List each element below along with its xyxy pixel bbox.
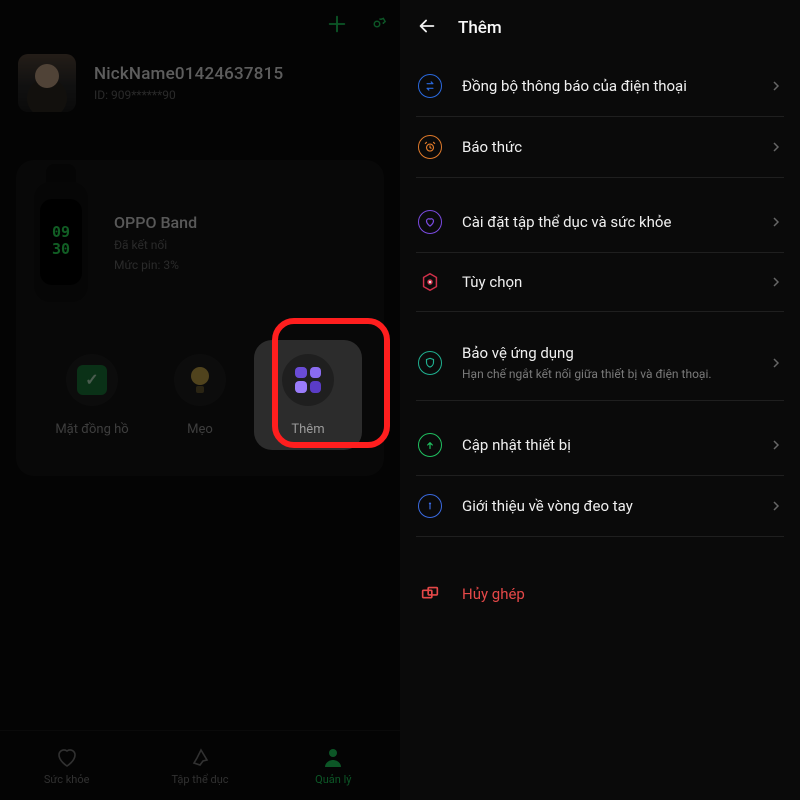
profile-header[interactable]: NickName01424637815 ID: 909******90: [0, 48, 400, 132]
info-icon: [418, 494, 442, 518]
row-label: Đồng bộ thông báo của điện thoại: [462, 77, 750, 95]
chevron-right-icon: [768, 498, 784, 514]
row-app-protection[interactable]: Bảo vệ ứng dụng Hạn chế ngắt kết nối giữ…: [416, 326, 784, 401]
top-toolbar: [0, 0, 400, 48]
chevron-right-icon: [768, 274, 784, 290]
row-unpair[interactable]: Hủy ghép: [416, 565, 784, 623]
device-battery: Mức pin: 3%: [114, 258, 197, 272]
more-settings-screen: Thêm Đồng bộ thông báo của điện thoại Bá…: [400, 0, 800, 800]
chevron-right-icon: [768, 437, 784, 453]
tile-watchface[interactable]: Mặt đồng hồ: [38, 340, 146, 450]
tile-tips[interactable]: Mẹo: [146, 340, 254, 450]
row-label: Hủy ghép: [462, 585, 784, 603]
row-label: Giới thiệu về vòng đeo tay: [462, 497, 750, 515]
tab-manage[interactable]: Quản lý: [267, 731, 400, 800]
device-card[interactable]: 09 30 OPPO Band Đã kết nối Mức pin: 3% M…: [16, 160, 384, 476]
tile-watchface-label: Mặt đồng hồ: [55, 422, 128, 437]
row-label: Báo thức: [462, 138, 750, 156]
chevron-right-icon: [768, 355, 784, 371]
bottom-tabbar: Sức khỏe Tập thể dục Quản lý: [0, 730, 400, 800]
update-icon: [418, 433, 442, 457]
avatar: [18, 54, 76, 112]
heart-icon: [418, 210, 442, 234]
add-icon[interactable]: [326, 13, 348, 35]
tab-fitness-label: Tập thể dục: [171, 773, 228, 786]
row-options[interactable]: Tùy chọn: [416, 253, 784, 312]
back-button[interactable]: [416, 15, 438, 41]
unpair-icon: [416, 583, 444, 605]
alarm-icon: [418, 135, 442, 159]
tab-fitness[interactable]: Tập thể dục: [133, 731, 266, 800]
grid-icon: [282, 354, 334, 406]
bulb-icon: [174, 354, 226, 406]
chevron-right-icon: [768, 78, 784, 94]
row-label: Cập nhật thiết bị: [462, 436, 750, 454]
row-sync-notifications[interactable]: Đồng bộ thông báo của điện thoại: [416, 56, 784, 117]
row-fitness-settings[interactable]: Cài đặt tập thể dục và sức khỏe: [416, 192, 784, 253]
watchface-icon: [66, 354, 118, 406]
user-id: ID: 909******90: [94, 88, 283, 102]
band-image: 09 30: [34, 182, 88, 302]
device-name: OPPO Band: [114, 213, 197, 232]
row-about-band[interactable]: Giới thiệu về vòng đeo tay: [416, 476, 784, 537]
row-label: Cài đặt tập thể dục và sức khỏe: [462, 213, 750, 231]
row-alarm[interactable]: Báo thức: [416, 117, 784, 178]
page-title: Thêm: [458, 18, 502, 38]
nickname: NickName01424637815: [94, 64, 283, 84]
settings-icon[interactable]: [366, 13, 388, 35]
tab-health[interactable]: Sức khỏe: [0, 731, 133, 800]
watch-time-mins: 30: [52, 242, 70, 257]
chevron-right-icon: [768, 139, 784, 155]
row-label: Tùy chọn: [462, 273, 750, 291]
header: Thêm: [400, 0, 800, 56]
device-status: Đã kết nối: [114, 238, 197, 252]
sync-icon: [418, 74, 442, 98]
tile-more-label: Thêm: [291, 422, 324, 437]
row-label: Bảo vệ ứng dụng: [462, 344, 750, 362]
settings-list: Đồng bộ thông báo của điện thoại Báo thứ…: [400, 56, 800, 623]
watch-time-hours: 09: [52, 225, 70, 240]
row-sublabel: Hạn chế ngắt kết nối giữa thiết bị và đi…: [462, 366, 750, 382]
tab-manage-label: Quản lý: [315, 773, 351, 786]
tile-tips-label: Mẹo: [187, 422, 213, 437]
tile-more[interactable]: Thêm: [254, 340, 362, 450]
shield-icon: [418, 351, 442, 375]
chevron-right-icon: [768, 214, 784, 230]
options-icon: [416, 271, 444, 293]
tab-health-label: Sức khỏe: [44, 773, 90, 786]
manage-screen: NickName01424637815 ID: 909******90 09 3…: [0, 0, 400, 800]
row-update-device[interactable]: Cập nhật thiết bị: [416, 415, 784, 476]
